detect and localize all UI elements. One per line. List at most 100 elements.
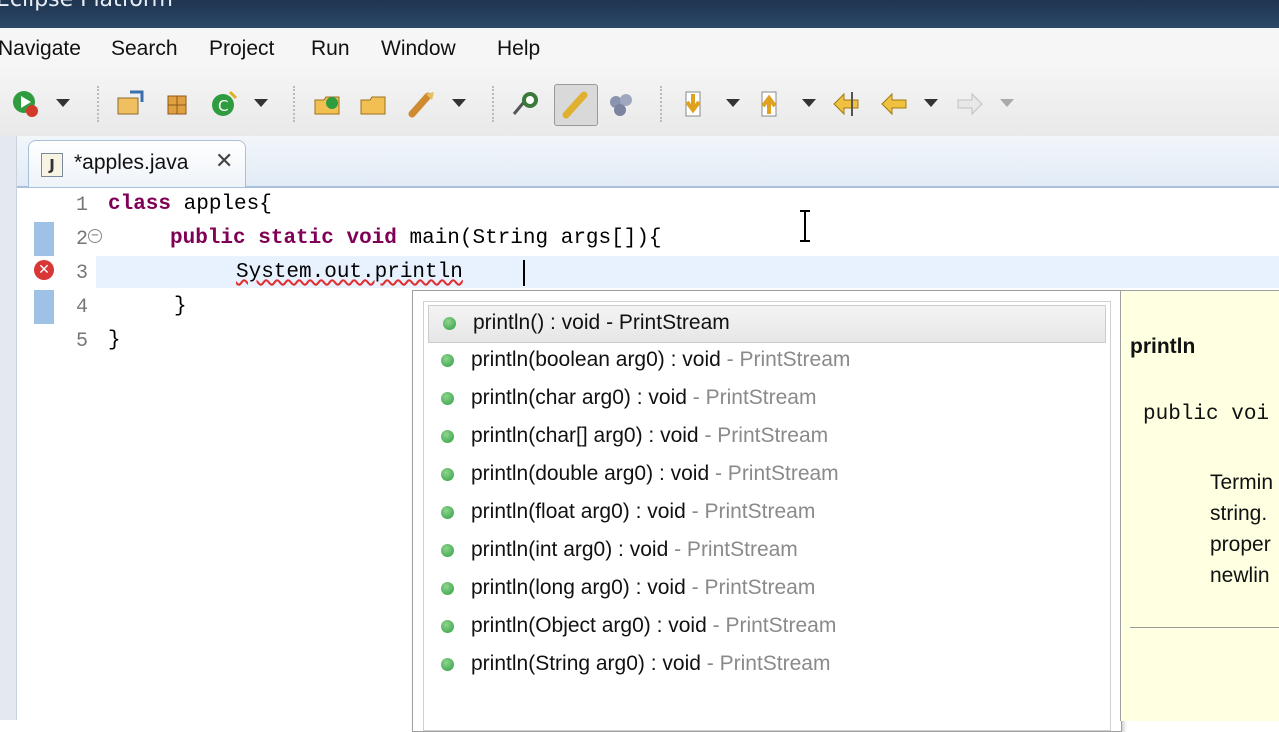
- highlight-icon[interactable]: [554, 84, 598, 126]
- proposal-item[interactable]: println(String arg0) : void - PrintStrea…: [427, 647, 1107, 683]
- change-marker: [34, 290, 54, 324]
- fold-collapse-icon[interactable]: −: [88, 229, 102, 243]
- proposal-signature: println(long arg0) : void: [471, 576, 686, 599]
- proposal-text: println() : void - PrintStream: [473, 311, 730, 335]
- open-folder-icon[interactable]: [358, 88, 390, 120]
- proposal-text: println(Object arg0) : void - PrintStrea…: [471, 614, 836, 638]
- public-method-icon: [441, 392, 454, 405]
- forward-dropdown-icon[interactable]: [1000, 99, 1014, 107]
- javadoc-panel: println public voi Termin string. proper…: [1120, 290, 1279, 721]
- doc-text-line: Termin: [1210, 471, 1274, 494]
- close-icon[interactable]: ✕: [215, 149, 233, 174]
- proposal-declaring-type: - PrintStream: [704, 424, 829, 447]
- proposal-declaring-type: - PrintStream: [712, 614, 837, 637]
- proposal-item[interactable]: println(boolean arg0) : void - PrintStre…: [427, 343, 1107, 379]
- proposal-text: println(float arg0) : void - PrintStream: [471, 500, 815, 524]
- back-dropdown-icon[interactable]: [924, 99, 938, 107]
- proposal-declaring-type: - PrintStream: [606, 311, 730, 334]
- code-line-1[interactable]: class apples{: [108, 193, 272, 216]
- public-method-icon: [441, 354, 454, 367]
- menu-run[interactable]: Run: [311, 37, 350, 61]
- public-method-icon: [441, 544, 454, 557]
- back-icon[interactable]: [878, 88, 910, 120]
- content-assist-popup: println() : void - PrintStream println(bo…: [412, 290, 1122, 732]
- proposal-signature: println(String arg0) : void: [471, 652, 701, 675]
- code-line-3[interactable]: System.out.println: [236, 261, 463, 284]
- search-dropdown-icon[interactable]: [452, 99, 466, 107]
- previous-annotation-dropdown-icon[interactable]: [802, 99, 816, 107]
- proposal-item[interactable]: println(double arg0) : void - PrintStrea…: [427, 457, 1107, 493]
- public-method-icon: [441, 658, 454, 671]
- text-caret: [523, 260, 525, 286]
- new-java-project-icon[interactable]: [114, 88, 146, 120]
- change-marker: [34, 222, 54, 256]
- new-package-icon[interactable]: [162, 88, 194, 120]
- proposal-declaring-type: - PrintStream: [674, 538, 798, 561]
- menu-help[interactable]: Help: [497, 37, 540, 61]
- window-titlebar: Eclipse Platform: [0, 0, 1279, 28]
- main-toolbar: C: [0, 68, 1279, 137]
- new-class-dropdown-icon[interactable]: [254, 99, 268, 107]
- breakpoints-icon[interactable]: [606, 88, 638, 120]
- svg-text:C: C: [218, 97, 228, 115]
- menu-search[interactable]: Search: [111, 37, 178, 61]
- error-icon[interactable]: ✕: [34, 260, 54, 280]
- proposal-declaring-type: - PrintStream: [714, 462, 839, 485]
- next-annotation-icon[interactable]: [678, 88, 710, 120]
- editor-tab-bar: J *apples.java ✕: [0, 136, 1279, 188]
- run-dropdown-icon[interactable]: [56, 99, 70, 107]
- new-class-icon[interactable]: C: [208, 88, 240, 120]
- proposal-signature: println(Object arg0) : void: [471, 614, 707, 637]
- proposal-declaring-type: - PrintStream: [692, 386, 817, 409]
- proposal-declaring-type: - PrintStream: [706, 652, 831, 675]
- menu-window[interactable]: Window: [381, 37, 456, 61]
- menu-bar: Navigate Search Project Run Window Help: [0, 28, 1279, 68]
- proposal-item[interactable]: println(char arg0) : void - PrintStream: [427, 381, 1107, 417]
- proposal-item[interactable]: println(char[] arg0) : void - PrintStrea…: [427, 419, 1107, 455]
- menu-project[interactable]: Project: [209, 37, 274, 61]
- previous-annotation-icon[interactable]: [754, 88, 786, 120]
- proposal-declaring-type: - PrintStream: [726, 348, 851, 371]
- next-annotation-dropdown-icon[interactable]: [726, 99, 740, 107]
- public-method-icon: [441, 468, 454, 481]
- tab-label: *apples.java: [74, 151, 189, 174]
- proposal-signature: println() : void: [473, 311, 601, 334]
- search-tool-icon[interactable]: [406, 88, 438, 120]
- proposal-item[interactable]: println(int arg0) : void - PrintStream: [427, 533, 1107, 569]
- line-number: 5: [75, 330, 88, 353]
- proposal-item[interactable]: println(long arg0) : void - PrintStream: [427, 571, 1107, 607]
- proposal-item[interactable]: println() : void - PrintStream: [428, 305, 1106, 343]
- debug-icon[interactable]: [510, 88, 542, 120]
- doc-text-line: newlin: [1210, 564, 1270, 587]
- toolbar-separator: [492, 86, 494, 122]
- public-method-icon: [441, 620, 454, 633]
- doc-text-line: string.: [1210, 502, 1268, 525]
- toolbar-separator: [97, 86, 99, 122]
- proposal-declaring-type: - PrintStream: [691, 576, 816, 599]
- proposal-item[interactable]: println(Object arg0) : void - PrintStrea…: [427, 609, 1107, 645]
- code-line-2[interactable]: public static void main(String args[]){: [170, 227, 662, 250]
- line-number: 4: [75, 296, 88, 319]
- proposal-text: println(boolean arg0) : void - PrintStre…: [471, 348, 850, 372]
- line-number: 1: [75, 194, 88, 217]
- line-number: 3: [75, 262, 88, 285]
- proposal-text: println(String arg0) : void - PrintStrea…: [471, 652, 830, 676]
- proposal-declaring-type: - PrintStream: [691, 500, 816, 523]
- tab-apples-java[interactable]: J *apples.java ✕: [28, 140, 246, 187]
- menu-navigate[interactable]: Navigate: [0, 37, 81, 61]
- public-method-icon: [441, 506, 454, 519]
- doc-signature: public voi: [1143, 403, 1270, 426]
- last-edit-location-icon[interactable]: [830, 88, 862, 120]
- proposal-text: println(long arg0) : void - PrintStream: [471, 576, 815, 600]
- doc-title: println: [1130, 335, 1196, 358]
- forward-icon[interactable]: [954, 88, 986, 120]
- public-method-icon: [441, 582, 454, 595]
- code-line-4[interactable]: }: [174, 295, 187, 318]
- code-line-5[interactable]: }: [108, 329, 121, 352]
- public-method-icon: [443, 317, 456, 330]
- open-type-icon[interactable]: [312, 88, 344, 120]
- proposal-item[interactable]: println(float arg0) : void - PrintStream: [427, 495, 1107, 531]
- doc-divider: [1130, 627, 1279, 628]
- run-icon[interactable]: [10, 88, 42, 120]
- proposal-text: println(int arg0) : void - PrintStream: [471, 538, 798, 562]
